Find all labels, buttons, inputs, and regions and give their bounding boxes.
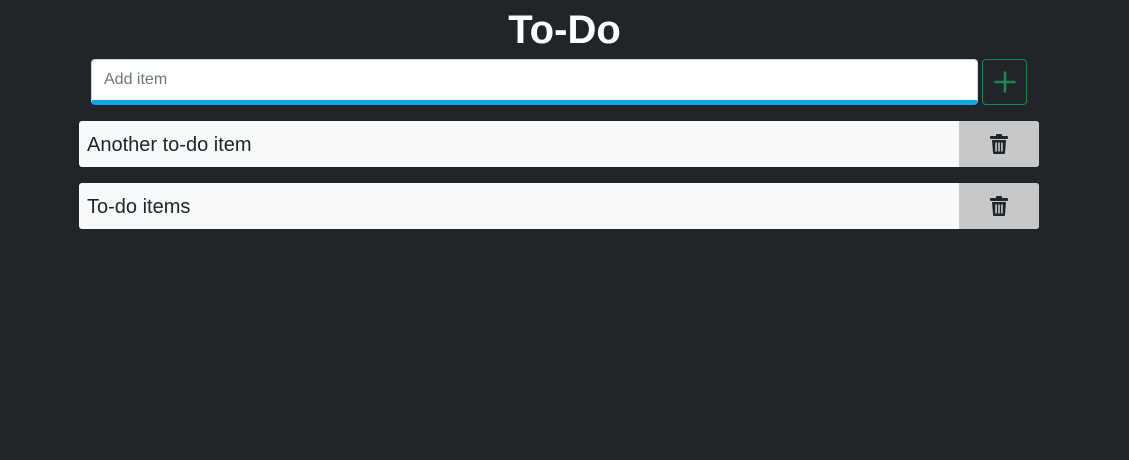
todo-list: Another to-do item To-do items [79, 121, 1039, 245]
todo-item: Another to-do item [79, 121, 1039, 167]
add-item-input[interactable] [91, 59, 978, 105]
delete-item-button[interactable] [959, 121, 1039, 167]
trash-icon [990, 134, 1008, 154]
todo-item-text: To-do items [87, 196, 191, 218]
todo-item: To-do items [79, 183, 1039, 229]
plus-icon [994, 71, 1015, 93]
delete-item-button[interactable] [959, 183, 1039, 229]
trash-icon [990, 196, 1008, 216]
page-title: To-Do [508, 8, 621, 52]
add-item-form [91, 59, 1027, 105]
todo-item-text: Another to-do item [87, 134, 252, 156]
add-item-button[interactable] [982, 59, 1027, 105]
